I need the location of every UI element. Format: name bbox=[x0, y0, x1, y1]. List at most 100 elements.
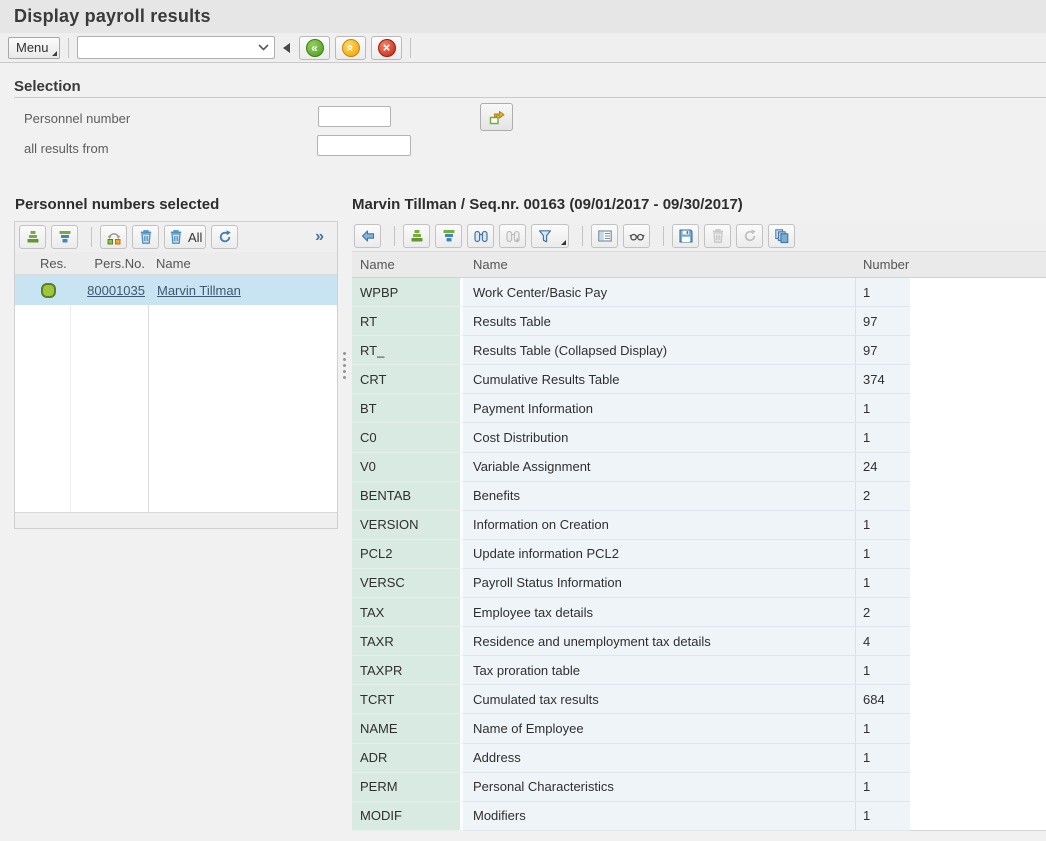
pers-name-link[interactable]: Marvin Tillman bbox=[157, 283, 241, 298]
table-cell-number[interactable]: 4 bbox=[855, 627, 910, 656]
display-glasses-button[interactable] bbox=[623, 224, 650, 248]
table-cell-number[interactable]: 1 bbox=[855, 714, 910, 743]
table-cell-name[interactable]: Address bbox=[463, 744, 855, 773]
sort-descending-button[interactable] bbox=[51, 225, 78, 249]
table-cell-key[interactable]: MODIF bbox=[352, 802, 463, 831]
table-cell-name[interactable]: Variable Assignment bbox=[463, 453, 855, 482]
sort-ascending-button[interactable] bbox=[403, 224, 430, 248]
column-header-name[interactable]: Name bbox=[473, 257, 508, 272]
column-header-number[interactable]: Number bbox=[863, 257, 909, 272]
table-cell-key[interactable]: PCL2 bbox=[352, 540, 463, 569]
command-combobox[interactable] bbox=[77, 36, 275, 59]
table-row[interactable]: TCRTCumulated tax results684 bbox=[352, 685, 1046, 714]
table-row[interactable]: ADRAddress1 bbox=[352, 744, 1046, 773]
table-cell-key[interactable]: TAXPR bbox=[352, 656, 463, 685]
column-header-res[interactable]: Res. bbox=[15, 256, 70, 271]
table-cell-key[interactable]: TAXR bbox=[352, 627, 463, 656]
table-cell-number[interactable]: 1 bbox=[855, 423, 910, 452]
table-cell-name[interactable]: Update information PCL2 bbox=[463, 540, 855, 569]
toolbar-overflow-button[interactable]: » bbox=[315, 228, 324, 246]
table-cell-key[interactable]: CRT bbox=[352, 365, 463, 394]
table-cell-name[interactable]: Modifiers bbox=[463, 802, 855, 831]
delete-button[interactable] bbox=[132, 225, 159, 249]
table-row[interactable]: TAXPRTax proration table1 bbox=[352, 656, 1046, 685]
history-dropdown-icon[interactable] bbox=[283, 43, 290, 53]
table-cell-key[interactable]: WPBP bbox=[352, 278, 463, 307]
table-cell-key[interactable]: TAX bbox=[352, 598, 463, 627]
table-cell-key[interactable]: TCRT bbox=[352, 685, 463, 714]
find-button[interactable] bbox=[467, 224, 494, 248]
table-cell-number[interactable]: 1 bbox=[855, 773, 910, 802]
table-cell-number[interactable]: 1 bbox=[855, 540, 910, 569]
table-cell-name[interactable]: Work Center/Basic Pay bbox=[463, 278, 855, 307]
detail-view-button[interactable] bbox=[591, 224, 618, 248]
pers-no-link[interactable]: 80001035 bbox=[87, 283, 145, 298]
table-row[interactable]: PERMPersonal Characteristics1 bbox=[352, 773, 1046, 802]
table-cell-number[interactable]: 2 bbox=[855, 598, 910, 627]
column-header-persno[interactable]: Pers.No. bbox=[70, 256, 148, 271]
menu-button[interactable]: Menu bbox=[8, 37, 60, 59]
filter-button[interactable] bbox=[531, 224, 569, 248]
delete-button[interactable] bbox=[704, 224, 731, 248]
table-cell-name[interactable]: Cumulative Results Table bbox=[463, 365, 855, 394]
table-row[interactable]: CRTCumulative Results Table374 bbox=[352, 365, 1046, 394]
cancel-circle-red-button[interactable]: × bbox=[371, 36, 402, 60]
save-button[interactable] bbox=[672, 224, 699, 248]
table-cell-number[interactable]: 97 bbox=[855, 307, 910, 336]
table-cell-key[interactable]: VERSC bbox=[352, 569, 463, 598]
table-row[interactable]: WPBPWork Center/Basic Pay1 bbox=[352, 278, 1046, 307]
table-cell-name[interactable]: Benefits bbox=[463, 482, 855, 511]
table-cell-key[interactable]: C0 bbox=[352, 423, 463, 452]
personnel-number-input[interactable] bbox=[318, 106, 391, 127]
table-cell-number[interactable]: 1 bbox=[855, 511, 910, 540]
all-results-from-input[interactable] bbox=[317, 135, 411, 156]
table-cell-number[interactable]: 24 bbox=[855, 453, 910, 482]
table-cell-key[interactable]: RT bbox=[352, 307, 463, 336]
table-cell-name[interactable]: Information on Creation bbox=[463, 511, 855, 540]
table-cell-key[interactable]: PERM bbox=[352, 773, 463, 802]
table-cell-name[interactable]: Cumulated tax results bbox=[463, 685, 855, 714]
table-cell-number[interactable]: 1 bbox=[855, 802, 910, 831]
table-cell-name[interactable]: Payment Information bbox=[463, 394, 855, 423]
back-circle-green-button[interactable]: « bbox=[299, 36, 330, 60]
table-cell-key[interactable]: RT_ bbox=[352, 336, 463, 365]
splitter-handle[interactable] bbox=[343, 352, 348, 379]
find-next-button[interactable] bbox=[499, 224, 526, 248]
refresh-button[interactable] bbox=[211, 225, 238, 249]
table-row[interactable]: V0Variable Assignment24 bbox=[352, 453, 1046, 482]
personnel-row[interactable]: 80001035 Marvin Tillman bbox=[15, 275, 337, 305]
table-cell-name[interactable]: Payroll Status Information bbox=[463, 569, 855, 598]
table-cell-name[interactable]: Personal Characteristics bbox=[463, 773, 855, 802]
delete-all-button[interactable]: All bbox=[164, 225, 206, 249]
table-row[interactable]: RT_Results Table (Collapsed Display)97 bbox=[352, 336, 1046, 365]
back-arrow-button[interactable] bbox=[354, 224, 381, 248]
table-row[interactable]: BENTABBenefits2 bbox=[352, 482, 1046, 511]
table-cell-number[interactable]: 684 bbox=[855, 685, 910, 714]
table-cell-name[interactable]: Residence and unemployment tax details bbox=[463, 627, 855, 656]
table-row[interactable]: BTPayment Information1 bbox=[352, 394, 1046, 423]
table-cell-name[interactable]: Results Table bbox=[463, 307, 855, 336]
table-cell-key[interactable]: ADR bbox=[352, 744, 463, 773]
table-row[interactable]: C0Cost Distribution1 bbox=[352, 423, 1046, 452]
table-cell-key[interactable]: V0 bbox=[352, 453, 463, 482]
table-cell-key[interactable]: BT bbox=[352, 394, 463, 423]
refresh-button[interactable] bbox=[736, 224, 763, 248]
table-cell-number[interactable]: 1 bbox=[855, 656, 910, 685]
table-cell-name[interactable]: Employee tax details bbox=[463, 598, 855, 627]
table-cell-key[interactable]: NAME bbox=[352, 714, 463, 743]
table-cell-name[interactable]: Results Table (Collapsed Display) bbox=[463, 336, 855, 365]
table-row[interactable]: RTResults Table97 bbox=[352, 307, 1046, 336]
table-cell-number[interactable]: 374 bbox=[855, 365, 910, 394]
table-row[interactable]: PCL2Update information PCL21 bbox=[352, 540, 1046, 569]
table-cell-key[interactable]: BENTAB bbox=[352, 482, 463, 511]
table-row[interactable]: TAXRResidence and unemployment tax detai… bbox=[352, 627, 1046, 656]
swap-selection-button[interactable] bbox=[100, 225, 127, 249]
table-cell-name[interactable]: Tax proration table bbox=[463, 656, 855, 685]
chevron-down-icon[interactable] bbox=[258, 44, 269, 51]
column-header-key[interactable]: Name bbox=[360, 257, 395, 272]
table-cell-number[interactable]: 2 bbox=[855, 482, 910, 511]
table-row[interactable]: VERSIONInformation on Creation1 bbox=[352, 511, 1046, 540]
command-input[interactable] bbox=[80, 38, 250, 57]
column-header-name[interactable]: Name bbox=[148, 256, 191, 271]
table-cell-number[interactable]: 1 bbox=[855, 569, 910, 598]
